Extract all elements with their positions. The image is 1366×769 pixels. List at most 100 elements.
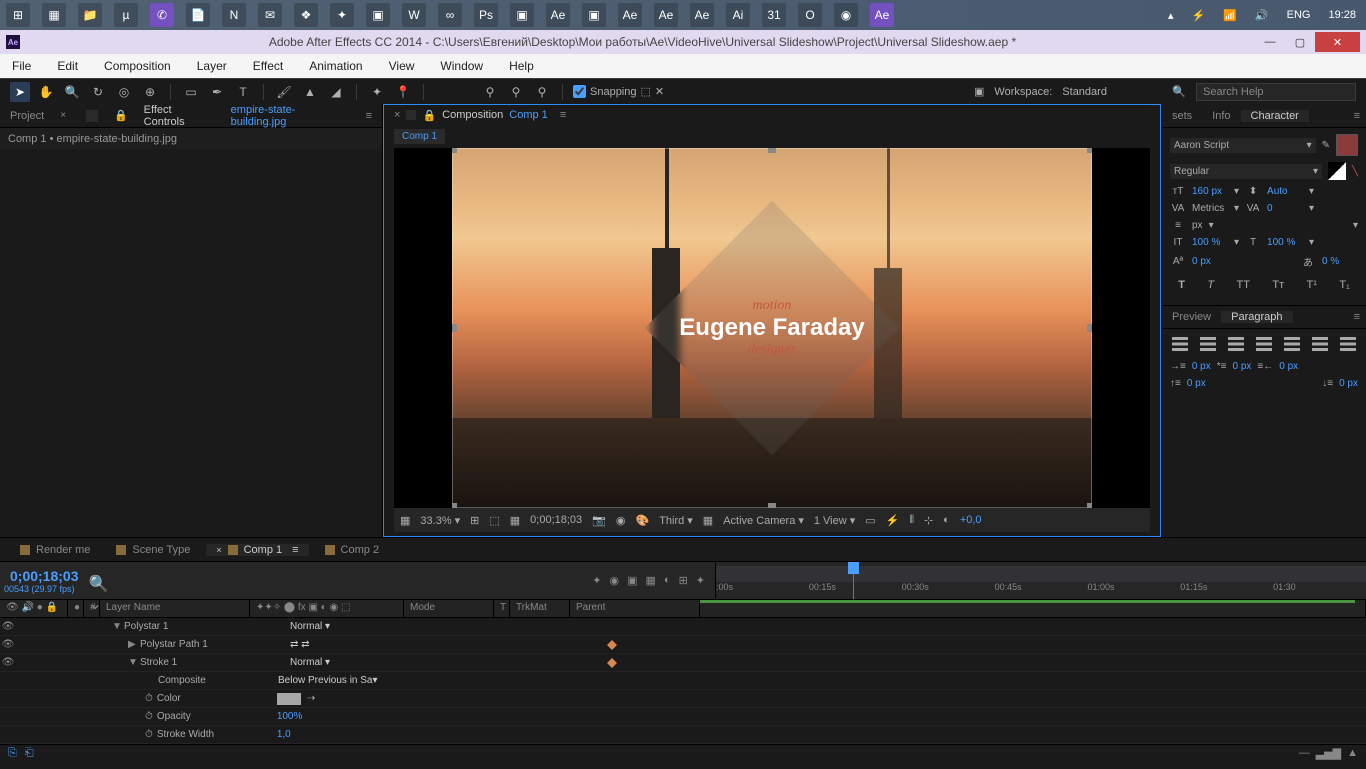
color-swatch[interactable] bbox=[277, 693, 301, 705]
minimize-button[interactable]: — bbox=[1255, 32, 1285, 52]
hide-shy-icon[interactable]: ▣ bbox=[627, 574, 637, 587]
zoom-in-icon[interactable]: ▲ bbox=[1347, 747, 1358, 760]
zoom-slider[interactable]: ▃▅▇ bbox=[1316, 747, 1341, 760]
draft-3d-icon[interactable]: ◉ bbox=[609, 574, 619, 587]
twirl-icon[interactable]: ▼ bbox=[112, 621, 124, 632]
composite-dropdown[interactable]: Below Previous in Sa▾ bbox=[278, 675, 398, 686]
subscript-button[interactable]: T₁ bbox=[1339, 279, 1349, 291]
timeline-ruler-area[interactable]: :00s 00:15s 00:30s 00:45s 01:00s 01:15s … bbox=[715, 562, 1366, 599]
taskbar-app-icon[interactable]: ▣ bbox=[366, 3, 390, 27]
timeline-icon[interactable]: ⫴ bbox=[909, 514, 914, 527]
tab-effect-controls[interactable]: Effect Controls bbox=[144, 101, 215, 131]
baseline-value[interactable]: 0 px bbox=[1192, 256, 1228, 267]
tab-character[interactable]: Character bbox=[1241, 110, 1309, 122]
indent-left-value[interactable]: 0 px bbox=[1192, 361, 1211, 372]
align-center-button[interactable] bbox=[1200, 337, 1216, 351]
taskbar-app-icon[interactable]: ▦ bbox=[42, 3, 66, 27]
leading-value[interactable]: Auto bbox=[1267, 186, 1303, 197]
taskbar-app-icon[interactable]: ❖ bbox=[294, 3, 318, 27]
view-layout-dropdown[interactable]: 1 View bbox=[814, 514, 855, 527]
reset-exposure-icon[interactable]: ◐ bbox=[943, 514, 950, 526]
visibility-toggle-icon[interactable]: 👁 bbox=[0, 621, 16, 632]
tray-network-icon[interactable]: 📶 bbox=[1219, 9, 1241, 22]
tray-up-icon[interactable]: ▴ bbox=[1164, 9, 1178, 22]
layer-name[interactable]: Stroke 1 bbox=[140, 657, 290, 668]
justify-all-button[interactable] bbox=[1340, 337, 1356, 351]
taskbar-chrome-icon[interactable]: ◉ bbox=[834, 3, 858, 27]
close-button[interactable]: ✕ bbox=[1315, 32, 1360, 52]
timeline-timecode[interactable]: 0;00;18;03 bbox=[10, 568, 79, 584]
eyedropper-icon[interactable]: ✎ bbox=[1322, 140, 1330, 151]
fast-preview-icon[interactable]: ⚡ bbox=[886, 514, 900, 527]
pixel-aspect-icon[interactable]: ▭ bbox=[865, 514, 875, 527]
tab-presets[interactable]: sets bbox=[1162, 110, 1202, 122]
workspace-dropdown[interactable]: Standard bbox=[1062, 86, 1162, 98]
magnification-icon[interactable]: ▦ bbox=[400, 514, 410, 527]
visibility-toggle-icon[interactable]: 👁 bbox=[0, 639, 16, 650]
close-tab-icon[interactable]: × bbox=[394, 109, 400, 121]
keyframe-icon[interactable] bbox=[607, 658, 617, 668]
tracking-value[interactable]: 0 bbox=[1267, 203, 1303, 214]
taskbar-opera-icon[interactable]: O bbox=[798, 3, 822, 27]
tray-clock[interactable]: 19:28 bbox=[1324, 9, 1360, 21]
taskbar-ae-active-icon[interactable]: Ae bbox=[870, 3, 894, 27]
twirl-icon[interactable]: ▼ bbox=[128, 657, 140, 668]
hscale-value[interactable]: 100 % bbox=[1267, 237, 1303, 248]
visibility-toggle-icon[interactable]: 👁 bbox=[0, 657, 16, 668]
taskbar-ae-icon[interactable]: Ae bbox=[654, 3, 678, 27]
selection-handles[interactable] bbox=[452, 148, 1092, 508]
taskbar-app-icon[interactable]: µ bbox=[114, 3, 138, 27]
kerning-value[interactable]: Metrics bbox=[1192, 203, 1228, 214]
tray-volume-icon[interactable]: 🔊 bbox=[1251, 9, 1273, 22]
menu-animation[interactable]: Animation bbox=[303, 57, 368, 75]
space-after-value[interactable]: 0 px bbox=[1339, 378, 1358, 389]
stopwatch-icon[interactable]: ⏱ bbox=[145, 693, 153, 704]
panel-menu-icon[interactable]: ≡ bbox=[560, 109, 566, 121]
indent-right-value[interactable]: 0 px bbox=[1279, 361, 1298, 372]
space-before-value[interactable]: 0 px bbox=[1187, 378, 1206, 389]
start-icon[interactable]: ⊞ bbox=[6, 3, 30, 27]
align-left-button[interactable] bbox=[1172, 337, 1188, 351]
resolution-dropdown[interactable]: Third bbox=[659, 514, 693, 527]
panel-menu-icon[interactable]: ≡ bbox=[1348, 311, 1366, 323]
menu-edit[interactable]: Edit bbox=[51, 57, 84, 75]
eraser-tool-icon[interactable]: ◢ bbox=[326, 82, 346, 102]
taskbar-ae-icon[interactable]: Ae bbox=[690, 3, 714, 27]
stroke-unit[interactable]: px bbox=[1192, 220, 1203, 231]
twirl-icon[interactable]: ▶ bbox=[128, 639, 140, 650]
brush-tool-icon[interactable]: 🖌 bbox=[274, 82, 294, 102]
snapshot-icon[interactable]: 📷 bbox=[592, 514, 606, 527]
tsume-value[interactable]: 0 % bbox=[1322, 256, 1358, 267]
graph-editor-icon[interactable]: ⊞ bbox=[679, 574, 688, 587]
channel-icon[interactable]: ◉ bbox=[616, 514, 626, 527]
taskbar-app-icon[interactable]: ✦ bbox=[330, 3, 354, 27]
justify-center-button[interactable] bbox=[1284, 337, 1300, 351]
taskbar-app-icon[interactable]: 📁 bbox=[78, 3, 102, 27]
roto-tool-icon[interactable]: ✦ bbox=[367, 82, 387, 102]
transparency-icon[interactable]: ▦ bbox=[703, 514, 713, 527]
mode-icons[interactable]: ⇄ ⇄ bbox=[290, 639, 410, 650]
dropdown-icon[interactable]: ▾ bbox=[1234, 237, 1239, 248]
clone-tool-icon[interactable]: ▲ bbox=[300, 82, 320, 102]
keyframe-icon[interactable] bbox=[607, 640, 617, 650]
flowchart-icon[interactable]: ⊹ bbox=[924, 514, 933, 527]
taskbar-app-icon[interactable]: ∞ bbox=[438, 3, 462, 27]
layer-name[interactable]: Polystar 1 bbox=[124, 621, 290, 632]
taskbar-ps-icon[interactable]: Ps bbox=[474, 3, 498, 27]
zoom-out-icon[interactable]: — bbox=[1299, 747, 1310, 760]
layer-name[interactable]: Polystar Path 1 bbox=[140, 639, 290, 650]
superscript-button[interactable]: T¹ bbox=[1307, 279, 1317, 291]
taskbar-ai-icon[interactable]: Ai bbox=[726, 3, 750, 27]
dropdown-icon[interactable]: ▾ bbox=[1309, 237, 1314, 248]
rectangle-tool-icon[interactable]: ▭ bbox=[181, 82, 201, 102]
col-layer-name[interactable]: Layer Name bbox=[100, 600, 250, 617]
col-mode[interactable]: Mode bbox=[404, 600, 494, 617]
align-right-button[interactable] bbox=[1228, 337, 1244, 351]
panel-menu-icon[interactable]: ≡ bbox=[366, 110, 372, 122]
frame-blend-icon[interactable]: ▦ bbox=[646, 574, 656, 587]
menu-window[interactable]: Window bbox=[434, 57, 489, 75]
tab-project[interactable]: Project bbox=[10, 107, 44, 125]
taskbar-ae-icon[interactable]: Ae bbox=[546, 3, 570, 27]
dropdown-icon[interactable]: ▾ bbox=[1309, 186, 1314, 197]
maximize-button[interactable]: ▢ bbox=[1285, 32, 1315, 52]
